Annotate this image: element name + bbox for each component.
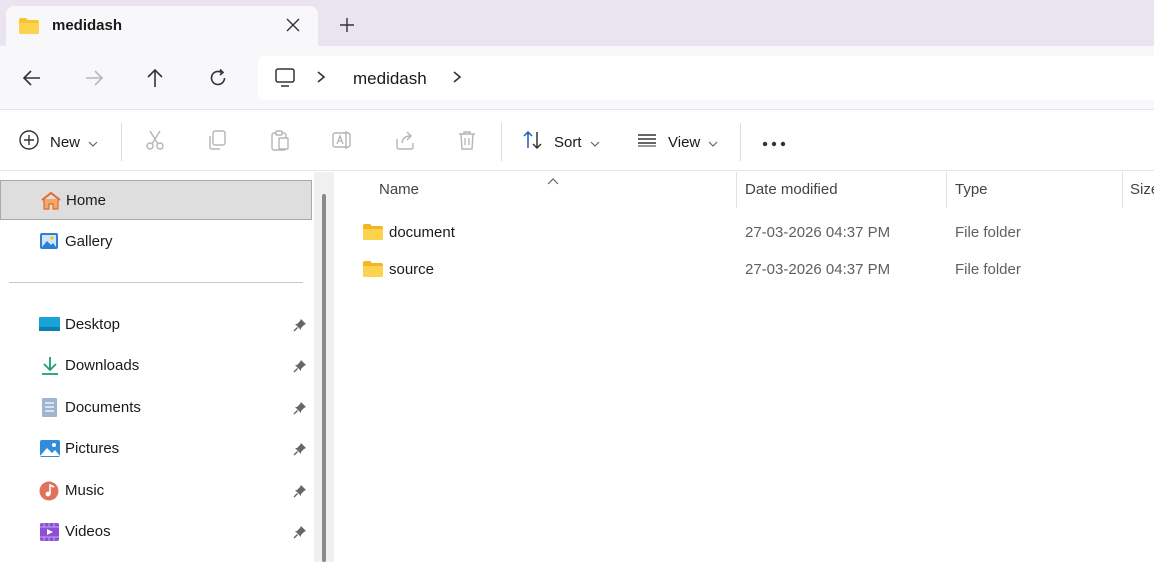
title-bar: medidash <box>0 0 1154 46</box>
new-button[interactable]: New <box>18 129 98 155</box>
column-divider[interactable] <box>1122 172 1123 208</box>
computer-icon[interactable] <box>274 67 296 93</box>
file-row[interactable]: source 27-03-2026 04:37 PM File folder <box>356 252 1154 286</box>
sidebar-scrollbar-thumb[interactable] <box>322 194 326 562</box>
trash-icon <box>456 129 478 155</box>
home-icon <box>40 191 62 211</box>
file-row[interactable]: document 27-03-2026 04:37 PM File folder <box>356 215 1154 249</box>
view-label: View <box>668 133 701 151</box>
sort-button[interactable]: Sort <box>522 129 600 155</box>
sort-label: Sort <box>554 133 582 151</box>
sidebar-item-desktop[interactable]: Desktop <box>0 305 312 345</box>
back-button[interactable] <box>18 64 46 92</box>
cut-icon <box>144 129 166 155</box>
sidebar-item-gallery[interactable]: Gallery <box>0 222 312 262</box>
sidebar-item-label: Home <box>66 192 107 209</box>
folder-icon <box>362 223 384 245</box>
sidebar-item-label: Pictures <box>65 440 120 457</box>
paste-button[interactable] <box>269 129 291 155</box>
column-header-date-modified[interactable]: Date modified <box>745 181 838 198</box>
sidebar-item-downloads[interactable]: Downloads <box>0 346 312 386</box>
videos-icon <box>39 522 61 542</box>
share-icon <box>394 129 416 155</box>
paste-icon <box>269 129 291 155</box>
sidebar-item-label: Downloads <box>65 357 140 374</box>
forward-button[interactable] <box>80 64 108 92</box>
column-header-size[interactable]: Size <box>1130 181 1154 198</box>
up-button[interactable] <box>141 64 169 92</box>
pin-icon[interactable] <box>293 401 307 419</box>
downloads-icon <box>39 356 61 376</box>
tab-medidash[interactable]: medidash <box>6 6 318 46</box>
documents-icon <box>39 398 61 418</box>
sidebar-item-documents[interactable]: Documents <box>0 388 312 428</box>
pin-icon[interactable] <box>293 442 307 460</box>
rename-button[interactable] <box>331 129 353 155</box>
folder-icon <box>18 17 40 39</box>
music-icon <box>39 481 61 501</box>
refresh-button[interactable] <box>204 64 232 92</box>
folder-icon <box>362 260 384 282</box>
new-tab-button[interactable] <box>334 12 360 38</box>
pin-icon[interactable] <box>293 484 307 502</box>
pictures-icon <box>39 439 61 459</box>
file-date-modified: 27-03-2026 04:37 PM <box>745 224 891 241</box>
sidebar-item-label: Gallery <box>65 233 113 250</box>
view-button[interactable]: View <box>636 129 718 155</box>
column-header-name[interactable]: Name <box>379 181 419 198</box>
column-divider[interactable] <box>946 172 947 208</box>
divider <box>9 282 303 283</box>
rename-icon <box>331 129 353 155</box>
navigation-pane: Home Gallery Desktop Downloads Documents <box>0 172 326 562</box>
view-list-icon <box>636 129 658 155</box>
pin-icon[interactable] <box>293 525 307 543</box>
close-icon[interactable] <box>282 14 304 36</box>
copy-icon <box>206 129 228 155</box>
sort-ascending-icon <box>547 172 559 189</box>
cut-button[interactable] <box>144 129 166 155</box>
sidebar-item-home[interactable]: Home <box>0 180 312 220</box>
pin-icon[interactable] <box>293 318 307 336</box>
sidebar-item-label: Music <box>65 482 105 499</box>
chevron-down-icon <box>708 134 718 151</box>
navigation-bar: medidash <box>0 46 1154 110</box>
divider <box>501 123 502 161</box>
column-header-type[interactable]: Type <box>955 181 988 198</box>
desktop-icon <box>39 315 61 335</box>
file-list: Name Date modified Type Size document 27… <box>336 172 1154 562</box>
command-bar: New Sort View <box>0 111 1154 171</box>
gallery-icon <box>39 232 61 252</box>
sort-icon <box>522 129 544 155</box>
divider <box>121 123 122 161</box>
delete-button[interactable] <box>456 129 478 155</box>
file-name: source <box>389 261 435 278</box>
sidebar-item-label: Desktop <box>65 316 121 333</box>
chevron-right-icon[interactable] <box>316 70 326 88</box>
sidebar-item-pictures[interactable]: Pictures <box>0 429 312 469</box>
tab-title: medidash <box>52 17 123 34</box>
divider <box>740 123 741 161</box>
sidebar-item-label: Videos <box>65 523 111 540</box>
pin-icon[interactable] <box>293 359 307 377</box>
chevron-down-icon <box>88 134 98 151</box>
new-label: New <box>50 133 81 151</box>
sidebar-item-videos[interactable]: Videos <box>0 512 312 552</box>
breadcrumb-medidash[interactable]: medidash <box>353 69 427 89</box>
sidebar-item-music[interactable]: Music <box>0 471 312 511</box>
copy-button[interactable] <box>206 129 228 155</box>
file-type: File folder <box>955 261 1021 278</box>
sidebar-item-label: Documents <box>65 399 141 416</box>
more-icon <box>762 134 786 151</box>
more-options-button[interactable] <box>762 129 786 155</box>
file-date-modified: 27-03-2026 04:37 PM <box>745 261 891 278</box>
file-type: File folder <box>955 224 1021 241</box>
share-button[interactable] <box>394 129 416 155</box>
file-name: document <box>389 224 455 241</box>
plus-circle-icon <box>18 129 40 155</box>
column-divider[interactable] <box>736 172 737 208</box>
address-bar[interactable]: medidash <box>258 56 1154 100</box>
chevron-down-icon <box>590 134 600 151</box>
chevron-right-icon[interactable] <box>452 70 462 88</box>
